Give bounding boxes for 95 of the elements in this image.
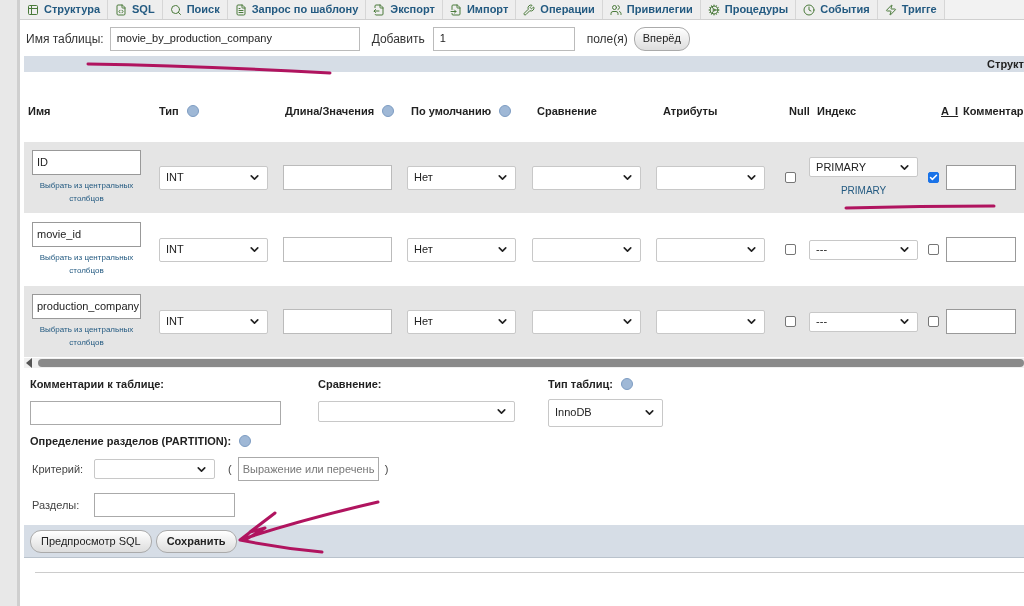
- tab[interactable]: Привилегии: [602, 0, 701, 19]
- checkbox[interactable]: [785, 244, 797, 255]
- checkbox[interactable]: [785, 172, 797, 183]
- tab[interactable]: Процедуры: [700, 0, 797, 19]
- gear-icon: [707, 3, 720, 16]
- central-columns-link[interactable]: Выбрать из центральных столбцов: [32, 323, 141, 349]
- bolt-icon: [884, 3, 897, 16]
- clock-icon: [803, 3, 816, 16]
- collation-select[interactable]: [318, 400, 515, 422]
- column-header: Null: [789, 103, 810, 119]
- engine-select[interactable]: InnoDB: [548, 398, 663, 427]
- paren-text: (: [228, 461, 232, 477]
- preview-button[interactable]: Предпросмотр SQL: [30, 529, 152, 553]
- document-icon: [234, 3, 247, 16]
- paren-text: ): [384, 461, 389, 477]
- tab[interactable]: Импорт: [442, 0, 517, 19]
- tab[interactable]: Структура: [20, 0, 108, 19]
- column-header: A_I: [941, 103, 959, 119]
- collation-select[interactable]: [531, 165, 641, 190]
- tab[interactable]: Экспорт: [366, 0, 443, 19]
- table-comment-field[interactable]: [30, 400, 281, 425]
- tab[interactable]: Поиск: [162, 0, 228, 19]
- go-button[interactable]: Вперёд: [633, 26, 690, 51]
- column-header: Сравнение: [537, 103, 597, 119]
- attributes-select[interactable]: [655, 165, 765, 190]
- comment-field[interactable]: [946, 309, 1016, 334]
- help-icon[interactable]: [499, 105, 512, 117]
- type-select[interactable]: INT: [159, 309, 268, 334]
- document-icon: [115, 3, 127, 16]
- index-select[interactable]: ---: [809, 311, 919, 332]
- section-bar: Структ: [24, 56, 1024, 72]
- column-header: Длина/Значения: [285, 103, 375, 119]
- tab[interactable]: Тригге: [877, 0, 945, 19]
- length-field[interactable]: [283, 309, 393, 334]
- tab[interactable]: SQL: [108, 0, 163, 19]
- field-label: Комментарии к таблице:: [30, 377, 165, 392]
- checkbox[interactable]: [927, 172, 939, 183]
- field-label: Тип таблиц:: [548, 377, 613, 392]
- collation-select[interactable]: [531, 237, 641, 262]
- checkbox[interactable]: [927, 316, 939, 327]
- expression-field[interactable]: Выражение или перечень: [237, 457, 379, 481]
- checkbox[interactable]: [785, 316, 797, 327]
- field-count-field[interactable]: 1: [432, 26, 575, 51]
- import-icon: [449, 3, 462, 16]
- column-name-field[interactable]: movie_id: [32, 222, 141, 247]
- length-field[interactable]: [283, 237, 393, 262]
- column-name-field[interactable]: ID: [32, 150, 141, 175]
- help-icon[interactable]: [186, 105, 199, 117]
- central-columns-link[interactable]: Выбрать из центральных столбцов: [32, 251, 141, 277]
- central-columns-link[interactable]: Выбрать из центральных столбцов: [32, 179, 141, 205]
- column-header: По умолчанию: [411, 103, 492, 119]
- index-link[interactable]: PRIMARY: [809, 183, 919, 198]
- save-button[interactable]: Сохранить: [155, 529, 237, 553]
- index-select[interactable]: PRIMARY: [809, 157, 919, 177]
- column-header: Атрибуты: [663, 103, 718, 119]
- column-name-field[interactable]: production_company: [32, 294, 141, 319]
- field-label: Добавить: [371, 30, 425, 48]
- partitions-field[interactable]: [94, 493, 235, 517]
- table-icon: [27, 3, 39, 16]
- field-label: Сравнение:: [318, 377, 383, 392]
- default-select[interactable]: Нет: [407, 309, 517, 334]
- field-label: Разделы:: [32, 497, 81, 513]
- search-icon: [169, 3, 182, 16]
- unit-label: поле(я): [586, 30, 628, 48]
- collation-select[interactable]: [531, 309, 641, 334]
- field-label: Имя таблицы:: [26, 30, 104, 48]
- help-icon[interactable]: [239, 434, 252, 447]
- type-select[interactable]: INT: [159, 237, 268, 262]
- section-label: Определение разделов (PARTITION):: [30, 433, 232, 449]
- table-name-field[interactable]: movie_by_production_company: [109, 26, 360, 51]
- export-icon: [373, 3, 386, 16]
- length-field[interactable]: [283, 165, 393, 190]
- column-header: Тип: [159, 103, 179, 119]
- column-header: Комментар: [963, 103, 1024, 119]
- type-select[interactable]: INT: [159, 165, 268, 190]
- tab[interactable]: Операции: [516, 0, 603, 19]
- users-icon: [609, 3, 622, 16]
- checkbox[interactable]: [927, 244, 939, 255]
- wrench-icon: [523, 3, 536, 16]
- attributes-select[interactable]: [655, 237, 765, 262]
- default-select[interactable]: Нет: [407, 165, 517, 190]
- index-select[interactable]: ---: [809, 239, 919, 260]
- help-icon[interactable]: [382, 105, 395, 117]
- column-header: Индекс: [817, 103, 857, 119]
- criterion-select[interactable]: [94, 459, 215, 479]
- horizontal-scrollbar[interactable]: [24, 358, 1024, 368]
- column-header: Имя: [28, 103, 51, 119]
- comment-field[interactable]: [946, 165, 1016, 190]
- default-select[interactable]: Нет: [407, 237, 517, 262]
- field-label: Критерий:: [32, 461, 82, 477]
- tab[interactable]: События: [796, 0, 878, 19]
- tab[interactable]: Запрос по шаблону: [227, 0, 367, 19]
- help-icon[interactable]: [620, 378, 633, 391]
- comment-field[interactable]: [946, 237, 1016, 262]
- attributes-select[interactable]: [655, 309, 765, 334]
